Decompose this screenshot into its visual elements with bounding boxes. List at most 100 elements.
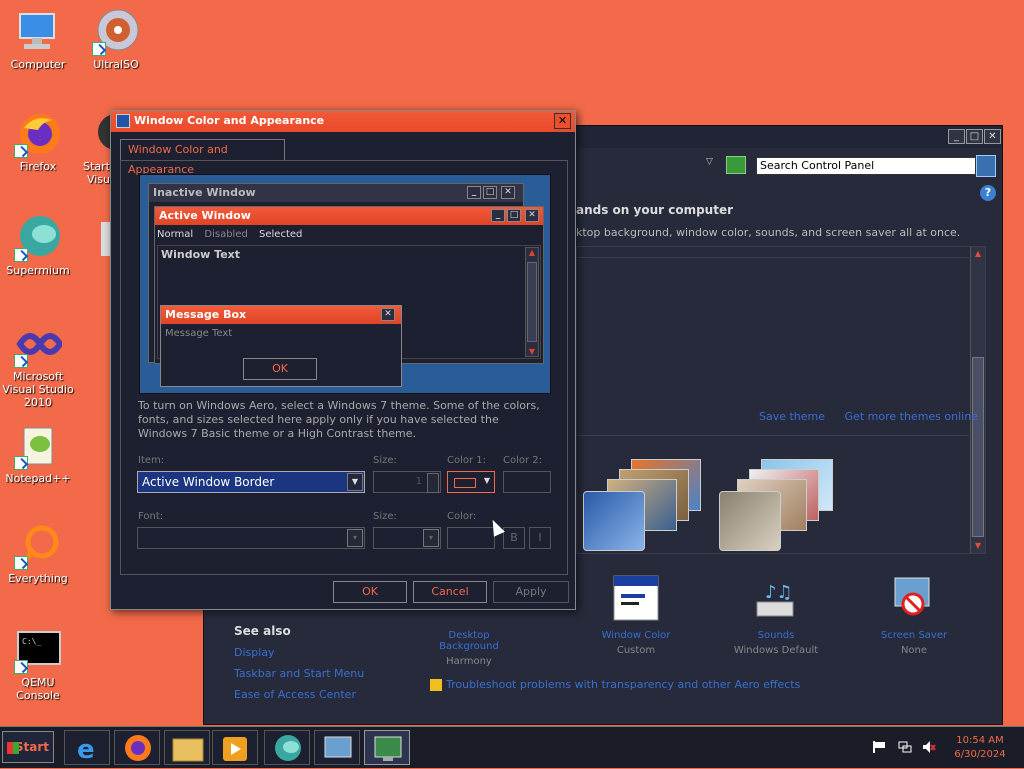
apply-button[interactable]: Apply [493, 581, 569, 603]
menu-selected: Selected [259, 229, 303, 240]
taskbar: Start e 10:54 AM 6/30/2024 [0, 726, 1024, 768]
close-button[interactable]: ✕ [554, 113, 571, 129]
network-icon[interactable] [898, 741, 912, 753]
sounds-item[interactable]: ♪♫ Sounds Windows Default [726, 574, 826, 656]
theme-links: Save theme Get more themes online [759, 410, 994, 423]
font-size-label: Size: [373, 511, 397, 522]
troubleshoot-link[interactable]: Troubleshoot problems with transparency … [430, 678, 800, 691]
shortcut-arrow-icon [14, 660, 28, 674]
desktop-icon-supermium[interactable]: Supermium [2, 214, 74, 277]
dialog-titlebar[interactable]: Window Color and Appearance ✕ [111, 111, 575, 132]
window-text: Window Text [161, 248, 241, 261]
desktop-icon-start-visual-studio[interactable]: Start Visu [70, 110, 110, 186]
chevron-down-icon[interactable]: ▽ [706, 157, 713, 167]
clock[interactable]: 10:54 AM 6/30/2024 [940, 734, 1020, 762]
font-size-select[interactable]: ▾ [373, 527, 441, 549]
desktop-icon-visual-studio[interactable]: Microsoft Visual Studio 2010 [2, 320, 74, 409]
flag-icon[interactable] [872, 741, 886, 753]
theme-thumbnail-1[interactable] [583, 459, 703, 554]
color2-picker[interactable] [503, 471, 551, 493]
visual-studio-icon [14, 320, 64, 368]
scroll-up-icon[interactable]: ▲ [972, 248, 984, 260]
get-more-themes-link[interactable]: Get more themes online [845, 410, 978, 423]
scroll-thumb[interactable] [972, 357, 984, 537]
display-link[interactable]: Display [234, 646, 275, 659]
taskbar-media-player[interactable] [212, 730, 258, 765]
message-box-titlebar: Message Box ✕ [161, 306, 401, 324]
message-box-preview[interactable]: Message Box ✕ Message Text OK [160, 305, 402, 387]
taskbar-ie[interactable]: e [64, 730, 110, 765]
desktop-icon-computer[interactable]: Computer [2, 8, 74, 71]
refresh-icon[interactable] [726, 156, 746, 174]
search-icon[interactable] [976, 155, 996, 177]
item-label: Item: [138, 455, 165, 466]
item-select[interactable]: Active Window Border ▼ [137, 471, 365, 493]
screen-saver-item[interactable]: Screen Saver None [864, 574, 964, 656]
desktop-icon-firefox[interactable]: Firefox [2, 110, 74, 173]
themes-scrollbar[interactable]: ▲ ▼ [970, 247, 985, 553]
save-theme-link[interactable]: Save theme [759, 410, 825, 423]
cancel-button[interactable]: Cancel [413, 581, 487, 603]
close-button[interactable]: ✕ [984, 129, 1001, 144]
taskbar-supermium[interactable] [264, 730, 310, 765]
scroll-up-icon: ▲ [528, 248, 536, 257]
computer-icon [14, 8, 62, 56]
desktop-icon-label: Firefox [19, 160, 57, 173]
italic-button[interactable]: I [529, 527, 551, 549]
notepadpp-icon [14, 422, 62, 470]
spin-arrows-icon[interactable] [427, 473, 439, 493]
ie-icon: e [77, 735, 95, 765]
desktop-icon-qemu-console[interactable]: C:\_ QEMU Console [2, 626, 74, 702]
size-value: 1 [415, 476, 422, 487]
desktop-icon-label: UltraISO [93, 58, 139, 71]
chevron-down-icon: ▼ [347, 473, 363, 491]
message-box-title: Message Box [165, 308, 247, 321]
taskbar-start-menu-link[interactable]: Taskbar and Start Menu [234, 667, 364, 680]
maximize-button[interactable]: □ [966, 129, 983, 144]
search-input[interactable]: Search Control Panel [756, 157, 976, 175]
size-stepper[interactable]: 1 [373, 471, 441, 493]
taskbar-firefox[interactable] [114, 730, 160, 765]
desktop-icon-label: Everything [8, 572, 68, 585]
firefox-icon [125, 735, 151, 761]
ok-button[interactable]: OK [333, 581, 407, 603]
message-box-ok-button[interactable]: OK [243, 358, 317, 380]
firefox-icon [14, 110, 62, 158]
volume-muted-icon[interactable] [922, 741, 936, 753]
window-color-dialog: Window Color and Appearance ✕ Window Col… [110, 110, 576, 610]
theme-thumbnail-2[interactable] [719, 459, 839, 554]
taskbar-control-panel[interactable] [314, 730, 360, 765]
media-player-icon [223, 737, 247, 761]
start-button[interactable]: Start [2, 731, 54, 763]
supermium-icon [275, 735, 301, 761]
desktop-icon-partial[interactable] [90, 216, 112, 264]
taskbar-window-color[interactable] [364, 730, 410, 765]
appearance-preview[interactable]: Inactive Window _ □ ✕ Active Window _ □ … [139, 174, 551, 394]
minimize-button[interactable]: _ [948, 129, 965, 144]
dialog-title: Window Color and Appearance [134, 114, 325, 127]
bold-button[interactable]: B [503, 527, 525, 549]
scroll-down-icon[interactable]: ▼ [972, 540, 984, 552]
desktop-icon-everything[interactable]: Everything [2, 522, 74, 585]
tab-window-color[interactable]: Window Color and Appearance [120, 139, 285, 176]
windows-logo-icon [7, 742, 19, 754]
help-icon[interactable]: ? [980, 185, 996, 201]
see-also-heading: See also [234, 624, 291, 638]
taskbar-explorer[interactable] [164, 730, 210, 765]
desktop-icon-notepadpp[interactable]: Notepad++ [2, 422, 74, 485]
font-select[interactable]: ▾ [137, 527, 365, 549]
message-text: Message Text [165, 328, 233, 339]
ease-of-access-link[interactable]: Ease of Access Center [234, 688, 356, 701]
inactive-window-titlebar: Inactive Window _ □ ✕ [149, 184, 523, 202]
color1-picker[interactable]: ▼ [447, 471, 495, 493]
start-label: Start [14, 740, 49, 754]
window-color-item[interactable]: Window Color Custom [586, 574, 686, 656]
page-subtext: ktop background, window color, sounds, a… [576, 226, 961, 239]
preview-menu: Normal Disabled Selected [157, 227, 310, 243]
inactive-window-title: Inactive Window [153, 186, 256, 199]
item-subtitle: Harmony [446, 656, 492, 667]
font-color-picker[interactable] [447, 527, 495, 549]
item-title: Window Color [601, 630, 671, 641]
close-icon: ✕ [525, 209, 539, 222]
desktop-icon-ultraiso[interactable]: UltraISO [80, 8, 152, 71]
